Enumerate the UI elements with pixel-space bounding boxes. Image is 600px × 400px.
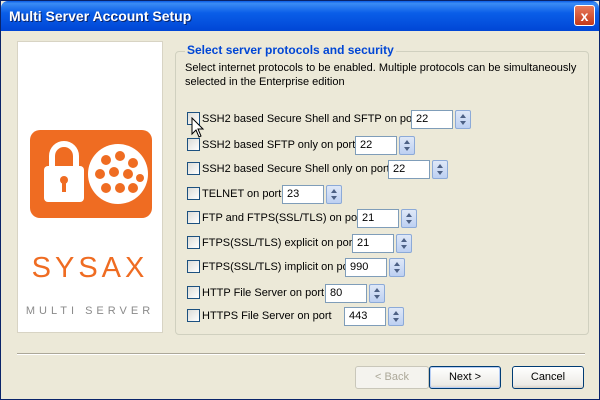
sysax-logo-mark: [30, 130, 152, 218]
protocol-checkbox[interactable]: [187, 138, 200, 151]
port-value: 443: [349, 310, 368, 322]
protocol-checkbox[interactable]: [187, 260, 200, 273]
port-value: 22: [393, 163, 406, 175]
mouse-pointer-icon: [191, 117, 205, 138]
port-spinner[interactable]: [396, 234, 412, 253]
port-input[interactable]: 80: [325, 284, 367, 303]
arrow-down-icon[interactable]: [401, 245, 407, 249]
protocol-row: TELNET on port 23: [187, 184, 487, 204]
title-bar[interactable]: Multi Server Account Setup x: [1, 1, 599, 31]
port-spinner[interactable]: [369, 284, 385, 303]
close-button[interactable]: x: [574, 5, 595, 26]
arrow-up-icon[interactable]: [374, 288, 380, 292]
close-icon: x: [580, 8, 589, 24]
protocol-row: SSH2 based Secure Shell and SFTP on port…: [187, 109, 487, 129]
logo-subtitle: MULTI SERVER: [25, 305, 155, 317]
logo-panel: SYSAX MULTI SERVER: [17, 41, 163, 333]
arrow-down-icon[interactable]: [374, 295, 380, 299]
port-input[interactable]: 21: [352, 234, 394, 253]
port-spinner[interactable]: [455, 110, 471, 129]
port-input[interactable]: 23: [282, 185, 324, 204]
port-input[interactable]: 22: [411, 110, 453, 129]
protocol-label[interactable]: HTTPS File Server on port: [202, 310, 332, 322]
arrow-up-icon[interactable]: [406, 213, 412, 217]
port-spinner[interactable]: [401, 209, 417, 228]
arrow-down-icon[interactable]: [393, 318, 399, 322]
protocol-label[interactable]: FTPS(SSL/TLS) explicit on port: [202, 237, 355, 249]
port-spinner[interactable]: [388, 307, 404, 326]
setup-window: Multi Server Account Setup x SYSAX MULTI…: [0, 0, 600, 400]
port-value: 22: [416, 113, 429, 125]
protocol-row: SSH2 based SFTP only on port 22: [187, 135, 487, 155]
port-value: 80: [330, 287, 343, 299]
arrow-down-icon[interactable]: [331, 196, 337, 200]
arrow-up-icon[interactable]: [331, 189, 337, 193]
protocol-row: SSH2 based Secure Shell only on port 22: [187, 159, 487, 179]
port-value: 22: [360, 139, 373, 151]
protocol-label[interactable]: FTPS(SSL/TLS) implicit on port: [202, 261, 355, 273]
arrow-up-icon[interactable]: [393, 311, 399, 315]
port-input[interactable]: 990: [345, 258, 387, 277]
protocol-row: FTPS(SSL/TLS) implicit on port 990: [187, 257, 487, 277]
port-input[interactable]: 443: [344, 307, 386, 326]
group-description: Select internet protocols to be enabled.…: [185, 62, 577, 88]
port-value: 21: [362, 212, 375, 224]
protocol-checkbox[interactable]: [187, 162, 200, 175]
arrow-up-icon[interactable]: [394, 262, 400, 266]
separator: [17, 353, 585, 355]
protocol-checkbox[interactable]: [187, 211, 200, 224]
arrow-up-icon[interactable]: [437, 164, 443, 168]
port-input[interactable]: 21: [357, 209, 399, 228]
arrow-down-icon[interactable]: [404, 147, 410, 151]
protocol-label[interactable]: TELNET on port: [202, 188, 281, 200]
port-value: 23: [287, 188, 300, 200]
protocol-row: FTP and FTPS(SSL/TLS) on port 21: [187, 208, 487, 228]
logo-wordmark: SYSAX: [31, 252, 149, 284]
protocol-checkbox[interactable]: [187, 309, 200, 322]
port-value: 990: [350, 261, 369, 273]
protocol-label[interactable]: HTTP File Server on port: [202, 287, 324, 299]
arrow-down-icon[interactable]: [406, 220, 412, 224]
protocol-checkbox[interactable]: [187, 286, 200, 299]
protocol-row: HTTPS File Server on port 443: [187, 306, 487, 326]
window-title: Multi Server Account Setup: [9, 8, 192, 24]
port-spinner[interactable]: [389, 258, 405, 277]
back-button[interactable]: < Back: [355, 366, 429, 389]
protocol-row: FTPS(SSL/TLS) explicit on port 21: [187, 233, 487, 253]
port-spinner[interactable]: [399, 136, 415, 155]
arrow-up-icon[interactable]: [401, 238, 407, 242]
protocol-row: HTTP File Server on port 80: [187, 283, 487, 303]
port-spinner[interactable]: [432, 160, 448, 179]
protocol-label[interactable]: SSH2 based Secure Shell and SFTP on port: [202, 113, 419, 125]
protocol-label[interactable]: SSH2 based SFTP only on port: [202, 139, 355, 151]
arrow-down-icon[interactable]: [437, 171, 443, 175]
arrow-down-icon[interactable]: [394, 269, 400, 273]
cancel-button[interactable]: Cancel: [512, 366, 584, 389]
protocol-label[interactable]: FTP and FTPS(SSL/TLS) on port: [202, 212, 364, 224]
arrow-down-icon[interactable]: [460, 121, 466, 125]
protocol-checkbox[interactable]: [187, 187, 200, 200]
protocol-label[interactable]: SSH2 based Secure Shell only on port: [202, 163, 390, 175]
arrow-up-icon[interactable]: [460, 114, 466, 118]
port-input[interactable]: 22: [388, 160, 430, 179]
port-input[interactable]: 22: [355, 136, 397, 155]
arrow-up-icon[interactable]: [404, 140, 410, 144]
protocol-checkbox[interactable]: [187, 236, 200, 249]
port-spinner[interactable]: [326, 185, 342, 204]
group-title: Select server protocols and security: [185, 43, 396, 57]
next-button[interactable]: Next >: [429, 366, 501, 389]
port-value: 21: [357, 237, 370, 249]
